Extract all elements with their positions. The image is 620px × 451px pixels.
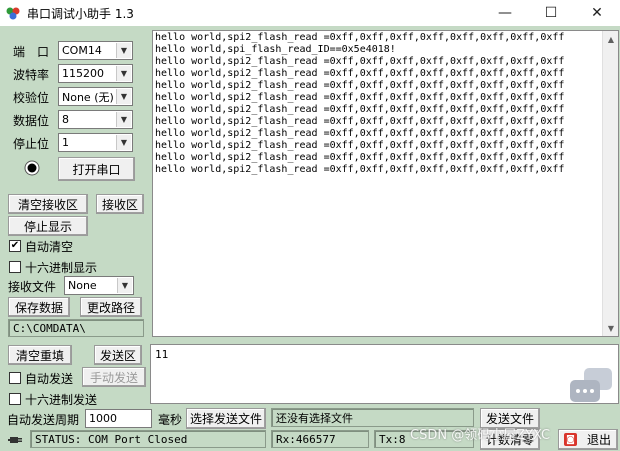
chevron-down-icon: ▼: [117, 278, 132, 293]
receive-file-format-select[interactable]: None ▼: [64, 276, 134, 295]
change-path-button[interactable]: 更改路径: [80, 297, 142, 317]
auto-send-label: 自动发送: [25, 372, 74, 386]
hex-send-checkbox[interactable]: [9, 393, 21, 405]
databits-select[interactable]: 8 ▼: [58, 110, 133, 129]
receive-line: hello world,spi2_flash_read =0xff,0xff,0…: [155, 56, 565, 67]
receive-text-area[interactable]: hello world,spi2_flash_read =0xff,0xff,0…: [152, 30, 619, 337]
receive-line: hello world,spi2_flash_read =0xff,0xff,0…: [155, 140, 565, 151]
plug-icon: [8, 437, 22, 443]
receive-area-button[interactable]: 接收区: [96, 194, 144, 214]
send-text-area[interactable]: 11: [150, 344, 619, 404]
parity-value: None (无): [62, 90, 114, 104]
chevron-down-icon: ▼: [116, 66, 131, 81]
maximize-icon: ☐: [544, 5, 558, 21]
clear-receive-button[interactable]: 清空接收区: [8, 194, 88, 214]
checkmark-icon: ✔: [10, 240, 20, 251]
receive-file-label: 接收文件: [8, 280, 57, 294]
chevron-down-icon: ▼: [116, 89, 131, 104]
receive-file-format-value: None: [68, 279, 97, 292]
period-unit-label: 毫秒: [158, 413, 183, 427]
rx-counter: Rx:466577: [271, 430, 369, 448]
stopbits-value: 1: [62, 136, 69, 149]
exit-button[interactable]: ◙ 退出: [558, 429, 618, 450]
receive-line: hello world,spi2_flash_read =0xff,0xff,0…: [155, 128, 565, 139]
close-button[interactable]: ✕: [574, 0, 620, 26]
auto-clear-label: 自动清空: [25, 240, 74, 254]
title-bar: 串口调试小助手 1.3 — ☐ ✕: [0, 0, 620, 26]
receive-line: hello world,spi2_flash_read =0xff,0xff,0…: [155, 152, 565, 163]
app-logo-icon: [6, 7, 20, 20]
chevron-down-icon: ▼: [116, 112, 131, 127]
receive-line: hello world,spi2_flash_read =0xff,0xff,0…: [155, 68, 565, 79]
receive-scrollbar[interactable]: ▲ ▼: [602, 31, 618, 336]
hex-display-label: 十六进制显示: [25, 261, 98, 275]
clear-send-button[interactable]: 清空重填: [8, 345, 72, 365]
minimize-button[interactable]: —: [482, 0, 528, 26]
send-area-button[interactable]: 发送区: [94, 345, 142, 365]
minimize-icon: —: [498, 5, 512, 21]
receive-line: hello world,spi2_flash_read =0xff,0xff,0…: [155, 92, 565, 103]
receive-line: hello world,spi2_flash_read =0xff,0xff,0…: [155, 80, 565, 91]
select-send-file-button[interactable]: 选择发送文件: [186, 408, 266, 429]
close-icon: ✕: [591, 5, 603, 21]
stop-display-button[interactable]: 停止显示: [8, 216, 88, 236]
receive-path-display: C:\COMDATA\: [8, 319, 144, 337]
receive-line: hello world,spi_flash_read_ID==0x5e4018!: [155, 44, 396, 55]
chevron-down-icon: ▼: [116, 135, 131, 150]
watermark-text: CSDN @领码小屋ZYXC: [410, 428, 551, 443]
baud-select[interactable]: 115200 ▼: [58, 64, 133, 83]
save-data-button[interactable]: 保存数据: [8, 297, 70, 317]
hex-send-label: 十六进制发送: [25, 393, 98, 407]
parity-select[interactable]: None (无) ▼: [58, 87, 133, 106]
auto-send-checkbox[interactable]: [9, 372, 21, 384]
receive-line: hello world,spi2_flash_read =0xff,0xff,0…: [155, 32, 565, 43]
receive-line: hello world,spi2_flash_read =0xff,0xff,0…: [155, 116, 565, 127]
databits-label: 数据位: [13, 114, 50, 128]
receive-line: hello world,spi2_flash_read =0xff,0xff,0…: [155, 164, 565, 175]
window-title: 串口调试小助手 1.3: [27, 7, 134, 21]
hex-display-checkbox[interactable]: [9, 261, 21, 273]
port-label: 端 口: [13, 45, 50, 59]
baud-value: 115200: [62, 67, 104, 80]
chevron-down-icon: ▼: [116, 43, 131, 58]
stopbits-select[interactable]: 1 ▼: [58, 133, 133, 152]
open-port-button[interactable]: 打开串口: [58, 157, 135, 181]
stopbits-label: 停止位: [13, 137, 50, 151]
port-status-indicator-icon: [24, 160, 40, 176]
status-text: STATUS: COM Port Closed: [30, 430, 266, 448]
parity-label: 校验位: [13, 91, 50, 105]
receive-text: hello world,spi2_flash_read =0xff,0xff,0…: [155, 32, 564, 176]
exit-icon: ◙: [564, 433, 577, 446]
exit-label: 退出: [586, 433, 611, 447]
chat-bubble-icon: [570, 368, 612, 402]
scroll-up-icon[interactable]: ▲: [603, 31, 619, 47]
auto-clear-checkbox[interactable]: ✔: [9, 240, 21, 252]
auto-send-period-label: 自动发送周期: [7, 413, 80, 427]
maximize-button[interactable]: ☐: [528, 0, 574, 26]
scroll-down-icon[interactable]: ▼: [603, 320, 619, 336]
port-select[interactable]: COM14 ▼: [58, 41, 133, 60]
databits-value: 8: [62, 113, 69, 126]
baud-label: 波特率: [13, 68, 50, 82]
manual-send-button[interactable]: 手动发送: [82, 367, 146, 387]
auto-send-period-input[interactable]: 1000: [85, 409, 152, 428]
port-value: COM14: [62, 44, 102, 57]
receive-line: hello world,spi2_flash_read =0xff,0xff,0…: [155, 104, 565, 115]
